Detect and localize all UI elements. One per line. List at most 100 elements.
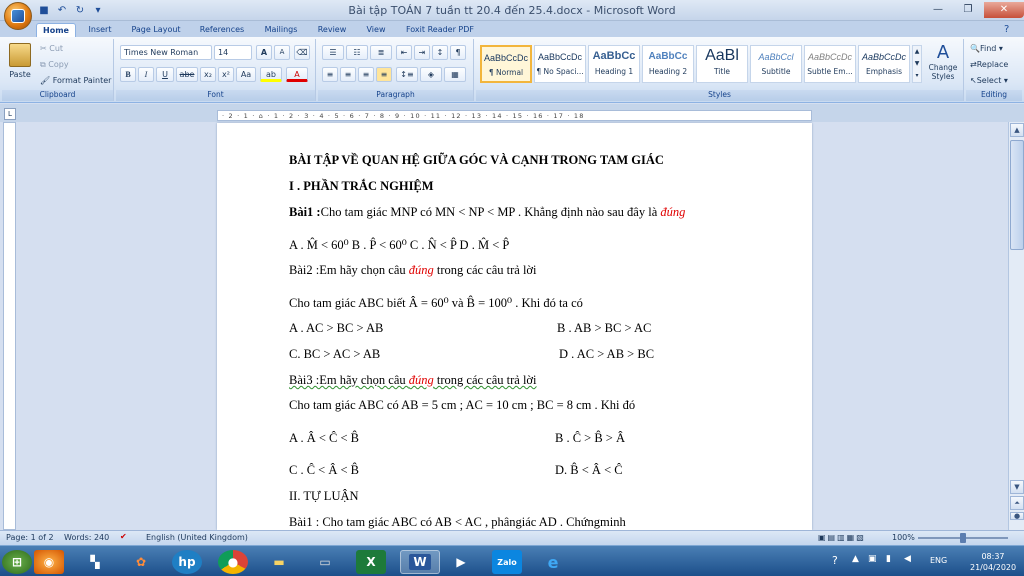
close-button[interactable]: ✕	[984, 2, 1024, 18]
page-count[interactable]: Page: 1 of 2	[6, 533, 54, 542]
tab-view[interactable]: View	[358, 23, 394, 38]
office-button[interactable]	[4, 2, 32, 30]
zoom-level[interactable]: 100%	[892, 533, 915, 542]
align-center-icon[interactable]: ≡	[340, 67, 356, 82]
chrome-icon[interactable]: ●	[218, 550, 248, 574]
help-icon[interactable]: ?	[1004, 24, 1009, 35]
scroll-thumb[interactable]	[1010, 140, 1024, 250]
hp-icon[interactable]: hp	[172, 550, 202, 574]
clear-formatting-icon[interactable]: ⌫	[294, 45, 310, 60]
style-subtitle[interactable]: AaBbCcl Subtitle	[750, 45, 802, 83]
bullets-icon[interactable]: ☰	[322, 45, 344, 60]
customize-qat-icon[interactable]: ▾	[90, 4, 106, 18]
excel-icon[interactable]: X	[356, 550, 386, 574]
shading-icon[interactable]: ◈	[420, 67, 442, 82]
line-spacing-icon[interactable]: ↕≡	[396, 67, 418, 82]
volume-icon[interactable]: ◀	[904, 554, 911, 564]
input-language[interactable]: ENG	[930, 556, 947, 565]
style-no-spacing[interactable]: AaBbCcDc ¶ No Spaci...	[534, 45, 586, 83]
style-title[interactable]: AaBl Title	[696, 45, 748, 83]
change-styles-button[interactable]: A Change Styles	[924, 43, 962, 82]
style-normal[interactable]: AaBbCcDc ¶ Normal	[480, 45, 532, 83]
subscript-button[interactable]: x₂	[200, 67, 216, 82]
decrease-indent-icon[interactable]: ⇤	[396, 45, 412, 60]
grow-font-button[interactable]: A	[256, 45, 272, 60]
bold-button[interactable]: B	[120, 67, 136, 82]
numbering-icon[interactable]: ☷	[346, 45, 368, 60]
view-buttons[interactable]: ▣▤▥▦▧	[818, 533, 866, 542]
replace-button[interactable]: ⇄Replace	[970, 60, 1008, 69]
find-button[interactable]: 🔍Find ▾	[970, 44, 1003, 53]
underline-button[interactable]: U	[156, 67, 174, 82]
internet-explorer-icon[interactable]: e	[538, 550, 568, 574]
undo-icon[interactable]: ↶	[54, 4, 70, 18]
align-left-icon[interactable]: ≡	[322, 67, 338, 82]
select-button[interactable]: ↖Select ▾	[970, 76, 1008, 85]
style-emphasis[interactable]: AaBbCcDc Emphasis	[858, 45, 910, 83]
file-explorer-icon[interactable]: ▬	[264, 550, 294, 574]
vertical-ruler[interactable]	[3, 122, 16, 530]
change-case-button[interactable]: Aa	[236, 67, 256, 82]
vertical-scrollbar[interactable]: ▲ ▼ ⏶ ●	[1008, 122, 1024, 530]
font-size-select[interactable]: 14	[214, 45, 252, 60]
borders-icon[interactable]: ▦	[444, 67, 466, 82]
redo-icon[interactable]: ↻	[72, 4, 88, 18]
italic-button[interactable]: I	[138, 67, 154, 82]
scroll-down-icon[interactable]: ▼	[1010, 480, 1024, 494]
show-hidden-icons-icon[interactable]: ▲	[852, 554, 859, 564]
tab-foxit-reader-pdf[interactable]: Foxit Reader PDF	[400, 23, 480, 38]
app-grid-icon[interactable]: ▚	[80, 550, 110, 574]
tab-page-layout[interactable]: Page Layout	[124, 23, 188, 38]
shrink-font-button[interactable]: A	[274, 45, 290, 60]
question-1: Bài1 :Cho tam giác MNP có MN < NP < MP .…	[289, 205, 686, 219]
align-right-icon[interactable]: ≡	[358, 67, 374, 82]
tab-insert[interactable]: Insert	[80, 23, 120, 38]
network-icon[interactable]: ▮	[886, 554, 891, 564]
multilevel-list-icon[interactable]: ≣	[370, 45, 392, 60]
language-indicator[interactable]: English (United Kingdom)	[146, 533, 248, 542]
help-tray-icon[interactable]: ?	[832, 554, 838, 567]
tab-home[interactable]: Home	[36, 23, 76, 38]
superscript-button[interactable]: x²	[218, 67, 234, 82]
word-count[interactable]: Words: 240	[64, 533, 109, 542]
restore-button[interactable]: ❐	[954, 2, 982, 18]
style-heading-1[interactable]: AaBbCc Heading 1	[588, 45, 640, 83]
media-icon[interactable]: ▶	[446, 550, 476, 574]
paint-icon[interactable]: ✿	[126, 550, 156, 574]
proofing-icon[interactable]: ✔	[120, 532, 127, 541]
save-icon[interactable]: ■	[36, 4, 52, 18]
document-page[interactable]: BÀI TẬP VỀ QUAN HỆ GIỮA GÓC VÀ CẠNH TRON…	[217, 123, 812, 530]
copy-button[interactable]: ⧉ Copy	[40, 60, 69, 70]
tab-selector-icon[interactable]: L	[4, 108, 16, 120]
minimize-button[interactable]: —	[924, 2, 952, 18]
word-taskbar-button[interactable]: W	[400, 550, 440, 574]
cut-button[interactable]: ✂ Cut	[40, 44, 63, 53]
previous-page-icon[interactable]: ⏶	[1010, 496, 1024, 510]
highlight-color-icon[interactable]: ab	[260, 67, 282, 82]
style-heading-2[interactable]: AaBbCc Heading 2	[642, 45, 694, 83]
tab-review[interactable]: Review	[310, 23, 354, 38]
tray-app-icon[interactable]: ▣	[868, 554, 877, 564]
format-painter-button[interactable]: 🖌 Format Painter	[40, 76, 111, 85]
zoom-slider-thumb[interactable]	[960, 533, 966, 543]
horizontal-ruler[interactable]: · 2 · 1 · ⌂ · 1 · 2 · 3 · 4 · 5 · 6 · 7 …	[217, 110, 812, 121]
tab-mailings[interactable]: Mailings	[256, 23, 306, 38]
style-subtle-emphasis[interactable]: AaBbCcDc Subtle Em...	[804, 45, 856, 83]
scroll-up-icon[interactable]: ▲	[1010, 123, 1024, 137]
zalo-icon[interactable]: Zalo	[492, 550, 522, 574]
sort-icon[interactable]: ↕	[432, 45, 448, 60]
styles-scroll-icon[interactable]: ▲ ▼ ▾	[912, 45, 922, 83]
tab-references[interactable]: References	[192, 23, 252, 38]
system-clock[interactable]: 08:37 21/04/2020	[970, 551, 1016, 573]
strikethrough-button[interactable]: abe	[176, 67, 198, 82]
font-name-select[interactable]: Times New Roman	[120, 45, 212, 60]
justify-icon[interactable]: ≡	[376, 67, 392, 82]
computer-icon[interactable]: ▭	[310, 550, 340, 574]
paste-button[interactable]: Paste	[6, 43, 34, 87]
select-browse-object-icon[interactable]: ●	[1010, 512, 1024, 520]
font-color-icon[interactable]: A	[286, 67, 308, 82]
show-formatting-marks-icon[interactable]: ¶	[450, 45, 466, 60]
start-button[interactable]: ⊞	[2, 550, 32, 574]
increase-indent-icon[interactable]: ⇥	[414, 45, 430, 60]
firefox-icon[interactable]: ◉	[34, 550, 64, 574]
